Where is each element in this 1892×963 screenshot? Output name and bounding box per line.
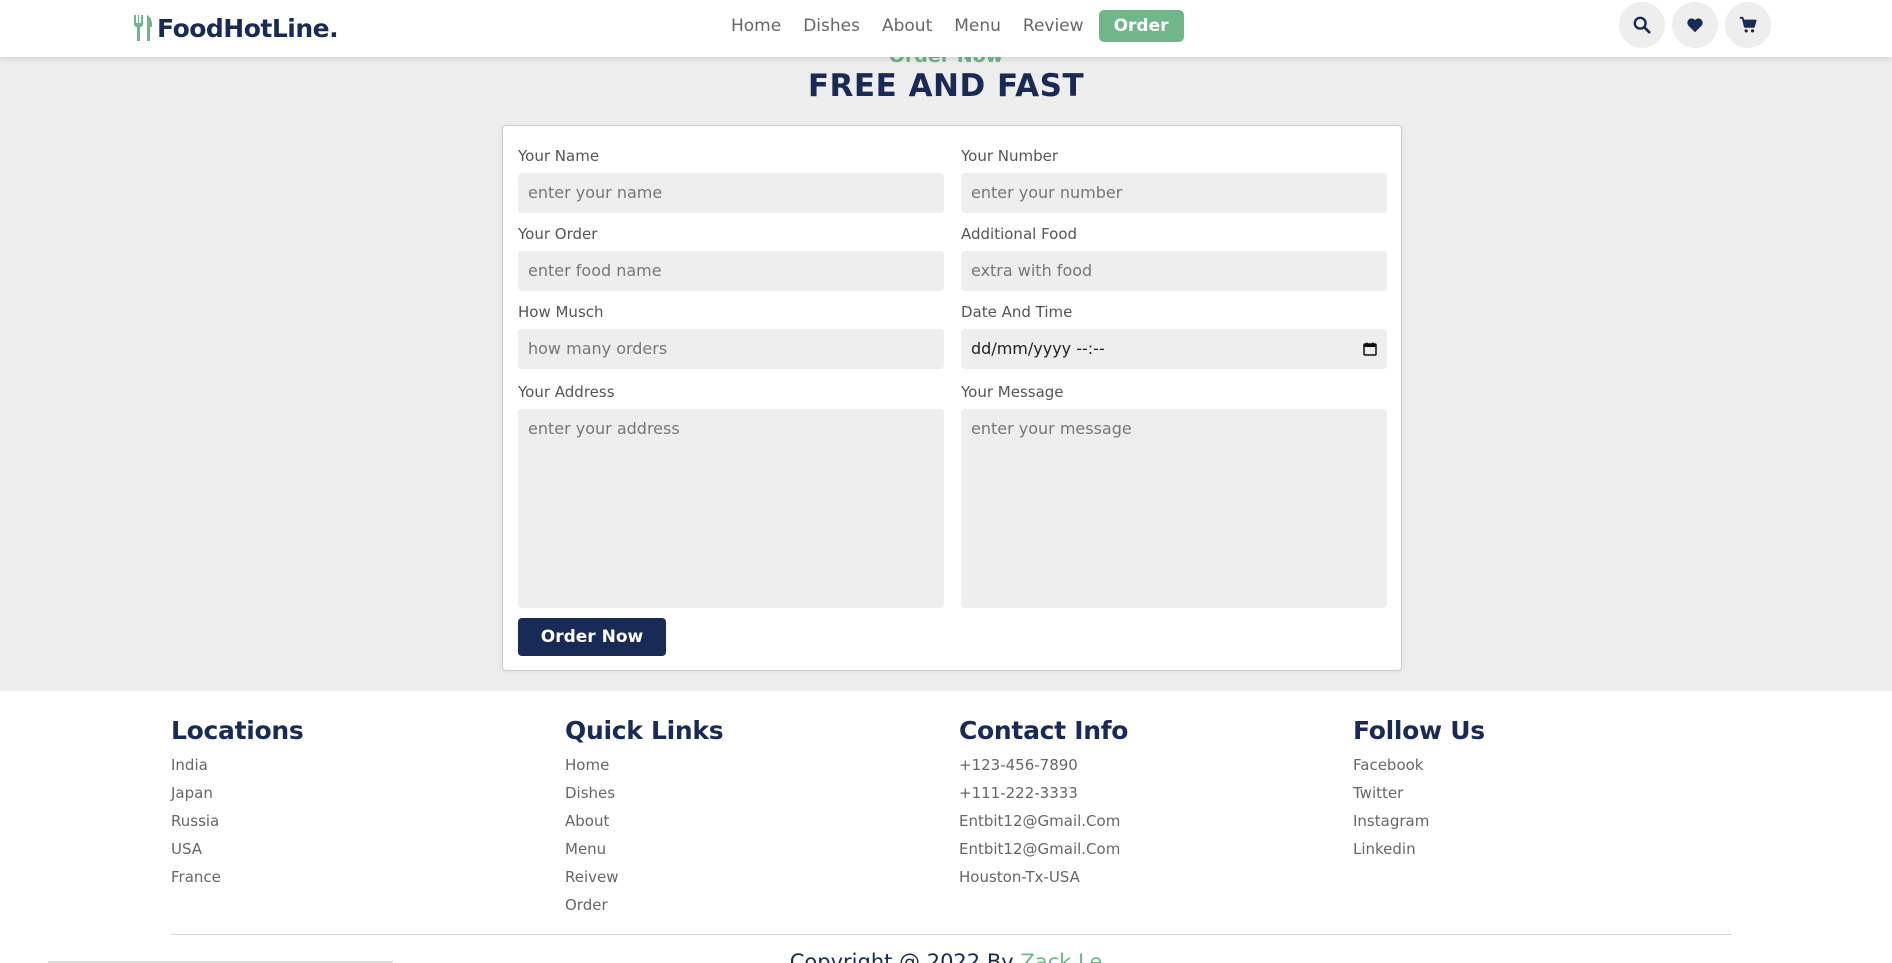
cart-button[interactable] xyxy=(1725,2,1771,48)
contact-link[interactable]: +123-456-7890 xyxy=(959,751,1128,779)
nav-about[interactable]: About xyxy=(871,10,943,42)
copyright-author[interactable]: Zack Le xyxy=(1020,950,1102,963)
footer-quick-links-title: Quick Links xyxy=(565,716,724,745)
nav-menu[interactable]: Menu xyxy=(943,10,1012,42)
header-icons xyxy=(1619,2,1778,48)
message-field-group: Your Message enter your message xyxy=(961,382,1387,608)
wishlist-button[interactable] xyxy=(1672,2,1718,48)
utensils-icon xyxy=(134,15,152,41)
order-input[interactable]: enter food name xyxy=(518,251,944,291)
section-heading: FREE AND FAST xyxy=(807,68,1085,104)
location-link[interactable]: Russia xyxy=(171,807,303,835)
contact-link[interactable]: Houston-Tx-USA xyxy=(959,863,1128,891)
footer-locations: Locations India Japan Russia USA France xyxy=(171,715,304,891)
search-button[interactable] xyxy=(1619,2,1665,48)
location-link[interactable]: France xyxy=(171,863,303,891)
logo[interactable]: FoodHotLine. xyxy=(131,8,339,48)
name-input[interactable]: enter your name xyxy=(518,173,944,213)
quantity-field-group: How Musch how many orders xyxy=(518,302,944,369)
additional-label: Additional Food xyxy=(961,225,1078,243)
number-input[interactable]: enter your number xyxy=(961,173,1387,213)
number-field-group: Your Number enter your number xyxy=(961,146,1387,213)
message-label: Your Message xyxy=(961,383,1064,401)
address-label: Your Address xyxy=(518,383,615,401)
quantity-input[interactable]: how many orders xyxy=(518,329,944,369)
calendar-icon[interactable] xyxy=(1363,342,1377,356)
address-textarea[interactable]: enter your address xyxy=(518,409,944,608)
number-label: Your Number xyxy=(961,147,1059,165)
additional-field-group: Additional Food extra with food xyxy=(961,224,1387,291)
additional-food-input[interactable]: extra with food xyxy=(961,251,1387,291)
datetime-label: Date And Time xyxy=(961,303,1073,321)
datetime-field-group: Date And Time dd/mm/yyyy --:-- xyxy=(961,302,1387,369)
order-form: Your Name enter your name Your Number en… xyxy=(502,125,1402,671)
nav-review[interactable]: Review xyxy=(1012,10,1095,42)
footer-divider xyxy=(171,934,1732,935)
contact-link[interactable]: +111-222-3333 xyxy=(959,779,1128,807)
datetime-value: dd/mm/yyyy --:-- xyxy=(971,339,1105,358)
footer-quick-links: Quick Links Home Dishes About Menu Reive… xyxy=(565,715,724,919)
social-link[interactable]: Twitter xyxy=(1353,779,1485,807)
order-label: Your Order xyxy=(518,225,598,243)
nav-dishes[interactable]: Dishes xyxy=(792,10,871,42)
quick-link[interactable]: Dishes xyxy=(565,779,723,807)
nav-home[interactable]: Home xyxy=(720,10,792,42)
social-link[interactable]: Linkedin xyxy=(1353,835,1485,863)
site-header: FoodHotLine. Home Dishes About Menu Revi… xyxy=(0,0,1892,57)
cart-icon xyxy=(1739,16,1757,33)
location-link[interactable]: India xyxy=(171,751,303,779)
quick-link[interactable]: Home xyxy=(565,751,723,779)
footer-locations-title: Locations xyxy=(171,716,304,745)
quick-link[interactable]: Reivew xyxy=(565,863,723,891)
contact-link[interactable]: Entbit12@Gmail.Com xyxy=(959,807,1128,835)
copyright-text: Copyright @ 2022 By xyxy=(789,950,1014,963)
main-nav: Home Dishes About Menu Review Order xyxy=(720,10,1184,42)
quick-link[interactable]: Order xyxy=(565,891,723,919)
address-field-group: Your Address enter your address xyxy=(518,382,944,608)
social-link[interactable]: Facebook xyxy=(1353,751,1485,779)
order-now-button[interactable]: Order Now xyxy=(518,618,666,656)
logo-text: FoodHotLine. xyxy=(157,13,339,43)
name-field-group: Your Name enter your name xyxy=(518,146,944,213)
datetime-input[interactable]: dd/mm/yyyy --:-- xyxy=(961,329,1387,369)
site-footer: Locations India Japan Russia USA France … xyxy=(0,691,1892,963)
social-link[interactable]: Instagram xyxy=(1353,807,1485,835)
location-link[interactable]: USA xyxy=(171,835,303,863)
quick-link[interactable]: About xyxy=(565,807,723,835)
footer-follow: Follow Us Facebook Twitter Instagram Lin… xyxy=(1353,715,1485,863)
heart-icon xyxy=(1687,18,1703,33)
search-icon xyxy=(1633,16,1651,34)
footer-contact-title: Contact Info xyxy=(959,716,1129,745)
quantity-label: How Musch xyxy=(518,303,604,321)
message-textarea[interactable]: enter your message xyxy=(961,409,1387,608)
contact-link[interactable]: Entbit12@Gmail.Com xyxy=(959,835,1128,863)
quick-link[interactable]: Menu xyxy=(565,835,723,863)
order-field-group: Your Order enter food name xyxy=(518,224,944,291)
location-link[interactable]: Japan xyxy=(171,779,303,807)
name-label: Your Name xyxy=(518,147,600,165)
nav-order[interactable]: Order xyxy=(1098,10,1184,42)
footer-follow-title: Follow Us xyxy=(1353,716,1485,745)
footer-contact: Contact Info +123-456-7890 +111-222-3333… xyxy=(959,715,1128,891)
